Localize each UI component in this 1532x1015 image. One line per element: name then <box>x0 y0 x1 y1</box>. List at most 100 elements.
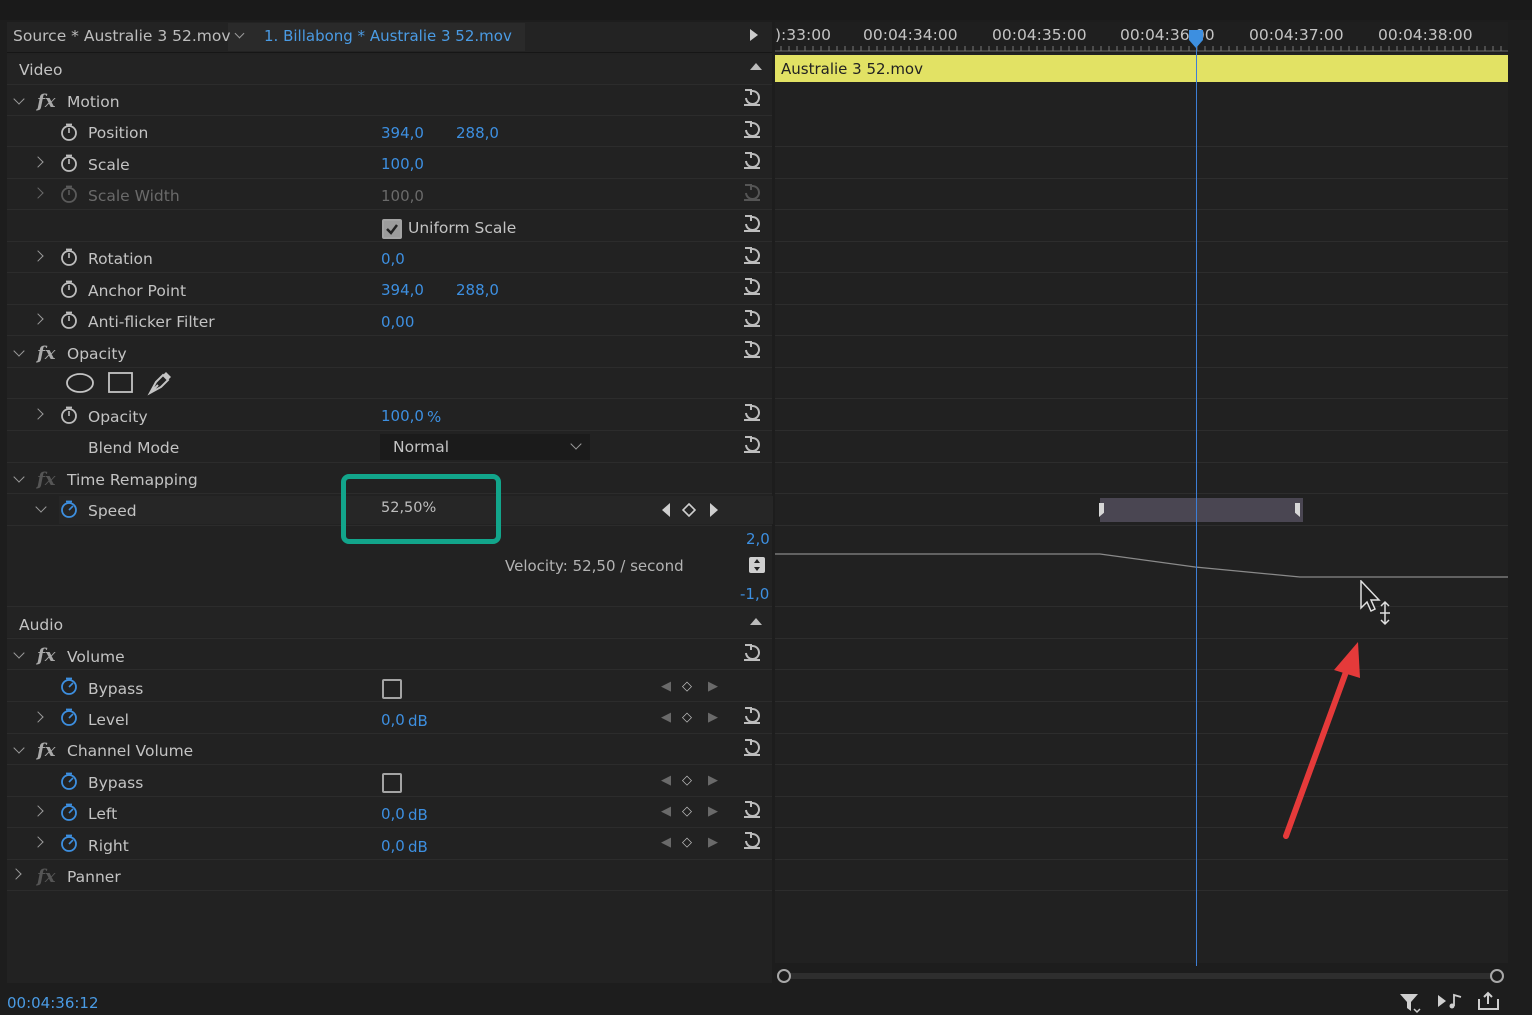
pen-mask-icon[interactable] <box>147 370 173 396</box>
fx-icon[interactable]: fx <box>37 740 55 761</box>
position-x-value[interactable]: 394,0 <box>381 124 424 142</box>
reset-icon[interactable] <box>742 402 762 422</box>
stopwatch-icon[interactable] <box>60 247 80 267</box>
add-keyframe-icon[interactable]: ◇ <box>682 804 692 819</box>
stopwatch-icon[interactable] <box>60 676 80 696</box>
next-keyframe-icon[interactable]: ▶ <box>708 835 718 850</box>
prev-keyframe-icon[interactable]: ◀ <box>661 710 671 725</box>
stopwatch-icon[interactable] <box>60 833 80 853</box>
collapse-up-icon[interactable] <box>750 618 762 625</box>
next-keyframe-icon[interactable]: ▶ <box>708 679 718 694</box>
reset-icon[interactable] <box>742 705 762 725</box>
opacity-title: Opacity <box>67 345 127 363</box>
anti-flicker-value[interactable]: 0,00 <box>381 313 414 331</box>
speed-transition-region[interactable] <box>1100 498 1303 522</box>
speed-highlight-box <box>341 474 501 544</box>
play-audio-icon[interactable] <box>1436 992 1464 1012</box>
velocity-label: Velocity: 52,50 / second <box>505 557 684 575</box>
velocity-graph[interactable] <box>775 540 1508 590</box>
blend-mode-value: Normal <box>393 438 450 456</box>
reset-icon[interactable] <box>742 799 762 819</box>
prev-keyframe-icon[interactable]: ◀ <box>661 773 671 788</box>
next-keyframe-icon[interactable]: ▶ <box>708 710 718 725</box>
volume-bypass-checkbox[interactable] <box>382 679 402 699</box>
stopwatch-icon[interactable] <box>60 499 80 519</box>
checkmark-icon <box>386 224 398 235</box>
scale-width-label: Scale Width <box>88 187 180 205</box>
stopwatch-icon[interactable] <box>60 802 80 822</box>
next-keyframe-icon[interactable] <box>710 503 718 517</box>
graph-scale-icon[interactable] <box>748 556 766 574</box>
level-value[interactable]: 0,0 <box>381 711 405 729</box>
export-icon[interactable] <box>1476 990 1502 1012</box>
fx-icon[interactable]: fx <box>37 343 55 364</box>
scale-value[interactable]: 100,0 <box>381 155 424 173</box>
uniform-scale-label: Uniform Scale <box>408 219 517 237</box>
playhead-line[interactable] <box>1196 40 1197 966</box>
ellipse-mask-icon[interactable] <box>65 372 95 394</box>
reset-icon[interactable] <box>742 119 762 139</box>
prev-keyframe-icon[interactable]: ◀ <box>661 679 671 694</box>
reset-icon[interactable] <box>742 87 762 107</box>
reset-icon[interactable] <box>742 276 762 296</box>
reset-icon[interactable] <box>742 245 762 265</box>
fx-icon[interactable]: fx <box>37 645 55 666</box>
anchor-y-value[interactable]: 288,0 <box>456 281 499 299</box>
stopwatch-icon[interactable] <box>60 310 80 330</box>
reset-icon[interactable] <box>742 434 762 454</box>
add-keyframe-icon[interactable]: ◇ <box>682 835 692 850</box>
rotation-label: Rotation <box>88 250 153 268</box>
reset-icon[interactable] <box>742 339 762 359</box>
stopwatch-icon[interactable] <box>60 771 80 791</box>
add-keyframe-icon[interactable] <box>682 503 696 517</box>
tab-source[interactable]: Source * Australie 3 52.mov <box>13 27 231 45</box>
reset-icon[interactable] <box>742 737 762 757</box>
timeline-zoom-scrollbar[interactable] <box>784 973 1499 979</box>
channel-bypass-checkbox[interactable] <box>382 773 402 793</box>
fx-icon: fx <box>37 866 56 887</box>
level-label: Level <box>88 711 129 729</box>
play-triangle-icon[interactable] <box>750 29 758 41</box>
prev-keyframe-icon[interactable]: ◀ <box>661 804 671 819</box>
anchor-x-value[interactable]: 394,0 <box>381 281 424 299</box>
fx-icon[interactable]: fx <box>37 91 55 112</box>
stopwatch-icon[interactable] <box>60 279 80 299</box>
scrollbar-left-handle[interactable] <box>777 969 791 983</box>
rotation-value[interactable]: 0,0 <box>381 250 405 268</box>
stopwatch-icon[interactable] <box>60 707 80 727</box>
reset-icon[interactable] <box>742 213 762 233</box>
next-keyframe-icon[interactable]: ▶ <box>708 773 718 788</box>
prev-keyframe-icon[interactable]: ◀ <box>661 835 671 850</box>
position-y-value[interactable]: 288,0 <box>456 124 499 142</box>
reset-icon[interactable] <box>742 308 762 328</box>
filter-icon[interactable] <box>1398 992 1422 1014</box>
blend-mode-label: Blend Mode <box>88 439 180 457</box>
stopwatch-icon[interactable] <box>60 153 80 173</box>
next-keyframe-icon[interactable]: ▶ <box>708 804 718 819</box>
reset-icon[interactable] <box>742 150 762 170</box>
tab-sequence[interactable]: 1. Billabong * Australie 3 52.mov <box>264 27 512 45</box>
reset-icon[interactable] <box>742 830 762 850</box>
left-value[interactable]: 0,0 <box>381 805 405 823</box>
scrollbar-right-handle[interactable] <box>1490 969 1504 983</box>
position-label: Position <box>88 124 149 142</box>
rectangle-mask-icon[interactable] <box>108 372 134 394</box>
graph-max-label: 2,0 <box>746 530 770 548</box>
ruler-timecode: 00:04:37:00 <box>1249 26 1344 44</box>
annotation-arrow <box>1283 642 1360 839</box>
volume-bypass-label: Bypass <box>88 680 144 698</box>
add-keyframe-icon[interactable]: ◇ <box>682 679 692 694</box>
right-value[interactable]: 0,0 <box>381 837 405 855</box>
add-keyframe-icon[interactable]: ◇ <box>682 773 692 788</box>
panner-title: Panner <box>67 868 121 886</box>
stopwatch-icon[interactable] <box>60 122 80 142</box>
reset-icon[interactable] <box>742 642 762 662</box>
opacity-value[interactable]: 100,0 <box>381 407 424 425</box>
playhead-handle-icon[interactable] <box>1187 30 1205 50</box>
collapse-up-icon[interactable] <box>750 63 762 70</box>
current-timecode[interactable]: 00:04:36:12 <box>7 994 99 1012</box>
add-keyframe-icon[interactable]: ◇ <box>682 710 692 725</box>
cursor-icon <box>1360 580 1390 626</box>
stopwatch-icon[interactable] <box>60 405 80 425</box>
prev-keyframe-icon[interactable] <box>662 503 670 517</box>
